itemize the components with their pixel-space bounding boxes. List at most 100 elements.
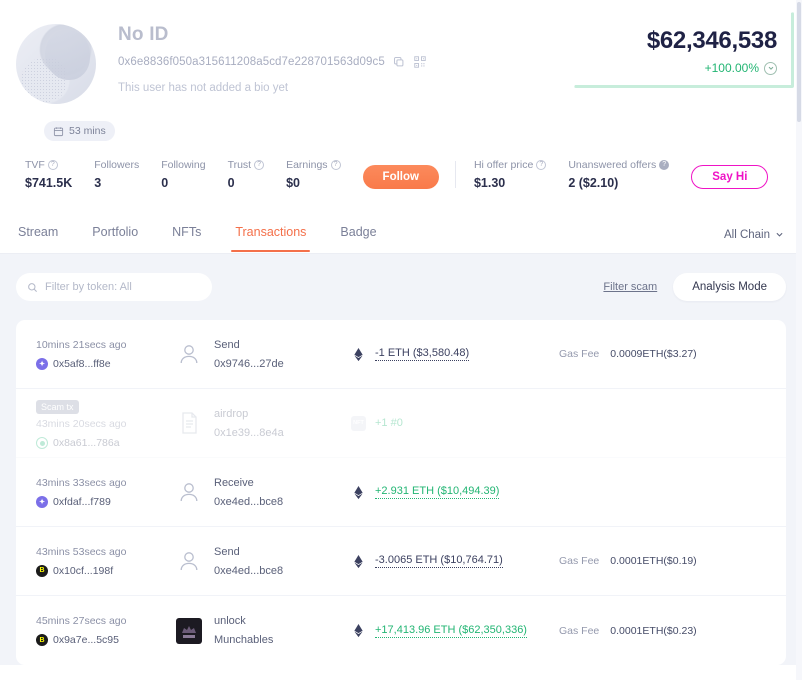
calendar-icon (53, 126, 64, 137)
nft-thumbnail-icon (176, 618, 202, 644)
last-active-text: 53 mins (69, 125, 106, 137)
balance-change-row: +100.00% (589, 61, 777, 75)
tab-transactions[interactable]: Transactions (235, 225, 306, 252)
avatar (16, 24, 96, 104)
tx-fee-cell: Gas Fee 0.0001ETH($0.23) (559, 625, 764, 637)
tx-hash[interactable]: 0x5af8...ff8e (53, 358, 111, 370)
say-hi-button[interactable]: Say Hi (691, 165, 768, 189)
mint-chain-icon (36, 437, 48, 449)
scrollbar-thumb[interactable] (797, 2, 801, 122)
last-active-pill: 53 mins (44, 121, 115, 141)
tx-amount[interactable]: +1 #0 (375, 417, 403, 430)
tx-time-cell: Scam tx 43mins 20secs ago 0x8a61...786a (36, 397, 176, 449)
profile-header: No ID 0x6e8836f050a315611208a5cd7e228701… (0, 0, 802, 210)
tx-counterparty[interactable]: 0xe4ed...bce8 (214, 565, 283, 577)
tx-type-cell: Send 0xe4ed...bce8 (176, 546, 351, 577)
help-icon[interactable]: ? (536, 160, 546, 170)
person-icon (176, 548, 202, 574)
ethereum-chain-icon: ✦ (36, 496, 48, 508)
tx-amount[interactable]: +2.931 ETH ($10,494.39) (375, 485, 499, 499)
stat-trust-value: 0 (228, 176, 265, 190)
wallet-address: 0x6e8836f050a315611208a5cd7e228701563d09… (118, 56, 385, 68)
tx-counterparty[interactable]: Munchables (214, 634, 273, 646)
person-icon (176, 479, 202, 505)
stat-following-value: 0 (161, 176, 205, 190)
profile-page: No ID 0x6e8836f050a315611208a5cd7e228701… (0, 0, 802, 680)
tx-hash[interactable]: 0x8a61...786a (53, 437, 120, 449)
tab-nfts[interactable]: NFTs (172, 225, 201, 252)
stat-hi-offer-price-value: $1.30 (474, 176, 546, 190)
gas-fee-value: 0.0001ETH($0.23) (610, 625, 696, 637)
transactions-panel: Filter scam Analysis Mode 10mins 21secs … (0, 254, 802, 665)
tx-type-cell: unlock Munchables (176, 615, 351, 646)
blast-chain-icon: B (36, 634, 48, 646)
blast-chain-icon: B (36, 565, 48, 577)
qr-code-icon[interactable] (413, 55, 427, 69)
tx-chain-row: 0x8a61...786a (36, 437, 176, 449)
table-row[interactable]: 43mins 33secs ago ✦ 0xfdaf...f789 Receiv… (16, 458, 786, 527)
help-icon[interactable]: ? (659, 160, 669, 170)
search-input[interactable] (45, 281, 201, 293)
tx-amount[interactable]: -1 ETH ($3,580.48) (375, 347, 469, 361)
filter-scam-link[interactable]: Filter scam (603, 281, 657, 293)
tx-counterparty[interactable]: 0x9746...27de (214, 358, 284, 370)
stat-earnings: Earnings? $0 (286, 159, 340, 190)
transactions-toolbar: Filter scam Analysis Mode (16, 270, 786, 304)
tx-hash[interactable]: 0x9a7e...5c95 (53, 634, 119, 646)
help-icon[interactable]: ? (331, 160, 341, 170)
table-row[interactable]: 43mins 53secs ago B 0x10cf...198f Send (16, 527, 786, 596)
tab-badge[interactable]: Badge (340, 225, 376, 252)
tx-time-cell: 45mins 27secs ago B 0x9a7e...5c95 (36, 615, 176, 646)
stat-followers-value: 3 (94, 176, 139, 190)
stat-followers-label: Followers (94, 159, 139, 171)
tx-type: airdrop (214, 408, 284, 420)
table-row[interactable]: 10mins 21secs ago ✦ 0x5af8...ff8e Send (16, 320, 786, 389)
chain-filter-dropdown[interactable]: All Chain (724, 229, 784, 241)
transactions-list: 10mins 21secs ago ✦ 0x5af8...ff8e Send (16, 320, 786, 665)
help-icon[interactable]: ? (48, 160, 58, 170)
gas-fee-value: 0.0009ETH($3.27) (610, 348, 696, 360)
tx-hash[interactable]: 0x10cf...198f (53, 565, 113, 577)
tx-hash[interactable]: 0xfdaf...f789 (53, 496, 111, 508)
chain-filter-value: All Chain (724, 229, 770, 241)
copy-icon[interactable] (392, 55, 406, 69)
tx-type: Receive (214, 477, 283, 489)
stat-unanswered-offers-label: Unanswered offers (568, 159, 656, 171)
tx-counterparty[interactable]: 0x1e39...8e4a (214, 427, 284, 439)
table-row[interactable]: 45mins 27secs ago B 0x9a7e...5c95 unlock… (16, 596, 786, 665)
help-icon[interactable]: ? (254, 160, 264, 170)
stat-earnings-value: $0 (286, 176, 340, 190)
tx-type: unlock (214, 615, 273, 627)
tx-amount[interactable]: -3.0065 ETH ($10,764.71) (375, 554, 503, 568)
tab-stream[interactable]: Stream (18, 225, 58, 252)
stats-row: TVF? $741.5K Followers 3 Following 0 Tru… (16, 159, 786, 190)
tx-amount-cell: -3.0065 ETH ($10,764.71) (351, 554, 559, 569)
chevron-down-icon[interactable] (764, 62, 777, 75)
tx-fee-cell: Gas Fee 0.0009ETH($3.27) (559, 348, 764, 360)
stat-tvf-value: $741.5K (25, 176, 72, 190)
tx-amount[interactable]: +17,413.96 ETH ($62,350,336) (375, 624, 527, 638)
follow-button[interactable]: Follow (363, 165, 439, 189)
eth-token-icon (351, 623, 366, 638)
balance-card: $62,346,538 +100.00% (574, 12, 794, 88)
tx-fee-cell: Gas Fee 0.0001ETH($0.19) (559, 555, 764, 567)
tx-type: Send (214, 546, 283, 558)
tx-time-cell: 10mins 21secs ago ✦ 0x5af8...ff8e (36, 339, 176, 370)
document-icon (176, 410, 202, 436)
person-icon (176, 341, 202, 367)
table-row[interactable]: Scam tx 43mins 20secs ago 0x8a61...786a (16, 389, 786, 458)
token-filter-box[interactable] (16, 273, 212, 301)
gas-fee-label: Gas Fee (559, 625, 599, 637)
tx-amount-cell: +2.931 ETH ($10,494.39) (351, 485, 559, 500)
tx-time: 43mins 53secs ago (36, 546, 176, 558)
stat-tvf-label: TVF (25, 159, 45, 171)
analysis-mode-button[interactable]: Analysis Mode (673, 273, 786, 301)
page-scrollbar[interactable] (796, 0, 802, 680)
tx-chain-row: ✦ 0xfdaf...f789 (36, 496, 176, 508)
gas-fee-label: Gas Fee (559, 555, 599, 567)
tx-time: 43mins 33secs ago (36, 477, 176, 489)
gas-fee-label: Gas Fee (559, 348, 599, 360)
tx-counterparty[interactable]: 0xe4ed...bce8 (214, 496, 283, 508)
stat-trust: Trust? 0 (228, 159, 265, 190)
tab-portfolio[interactable]: Portfolio (92, 225, 138, 252)
